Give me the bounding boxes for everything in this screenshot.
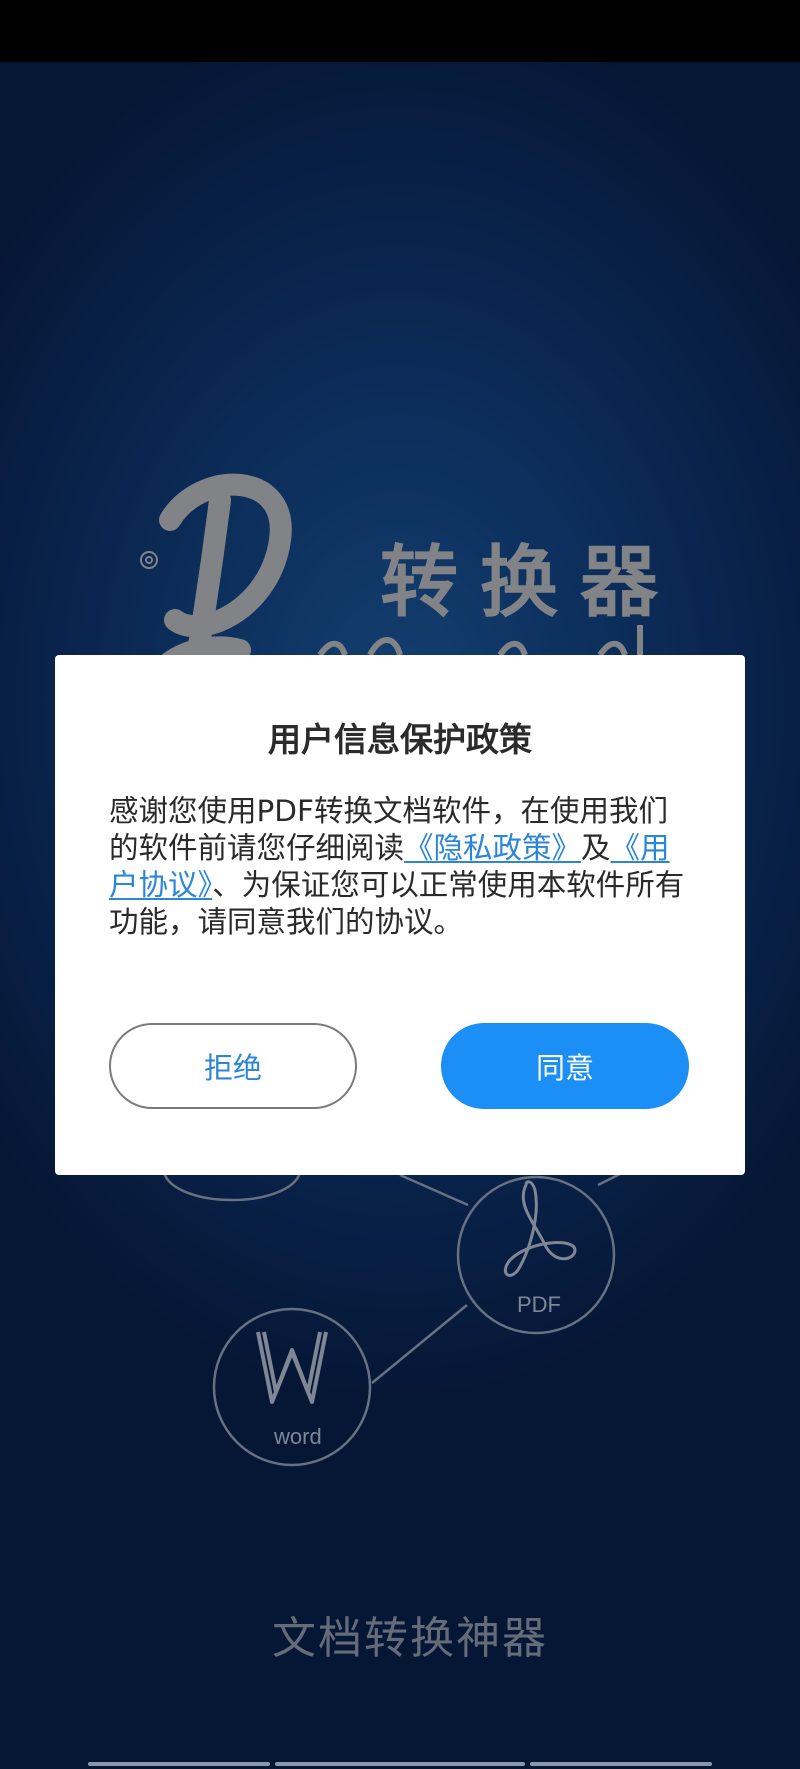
reject-button[interactable]: 拒绝 xyxy=(109,1023,357,1109)
body-text-part2: 及 xyxy=(581,831,611,865)
app-screen: 转换器 PDF word 文档转换神器 用户信息保护政策 感谢您使用PDF转换文… xyxy=(0,0,800,1769)
dialog-body: 感谢您使用PDF转换文档软件，在使用我们的软件前请您仔细阅读《隐私政策》及《用户… xyxy=(109,793,691,941)
privacy-policy-dialog: 用户信息保护政策 感谢您使用PDF转换文档软件，在使用我们的软件前请您仔细阅读《… xyxy=(55,655,745,1175)
privacy-policy-link[interactable]: 《隐私政策》 xyxy=(404,831,581,865)
nav-indicator-right xyxy=(530,1762,712,1766)
dialog-title: 用户信息保护政策 xyxy=(268,720,532,759)
nav-indicator-left xyxy=(88,1762,270,1766)
agree-button[interactable]: 同意 xyxy=(441,1023,689,1109)
nav-indicator-center xyxy=(275,1762,525,1766)
